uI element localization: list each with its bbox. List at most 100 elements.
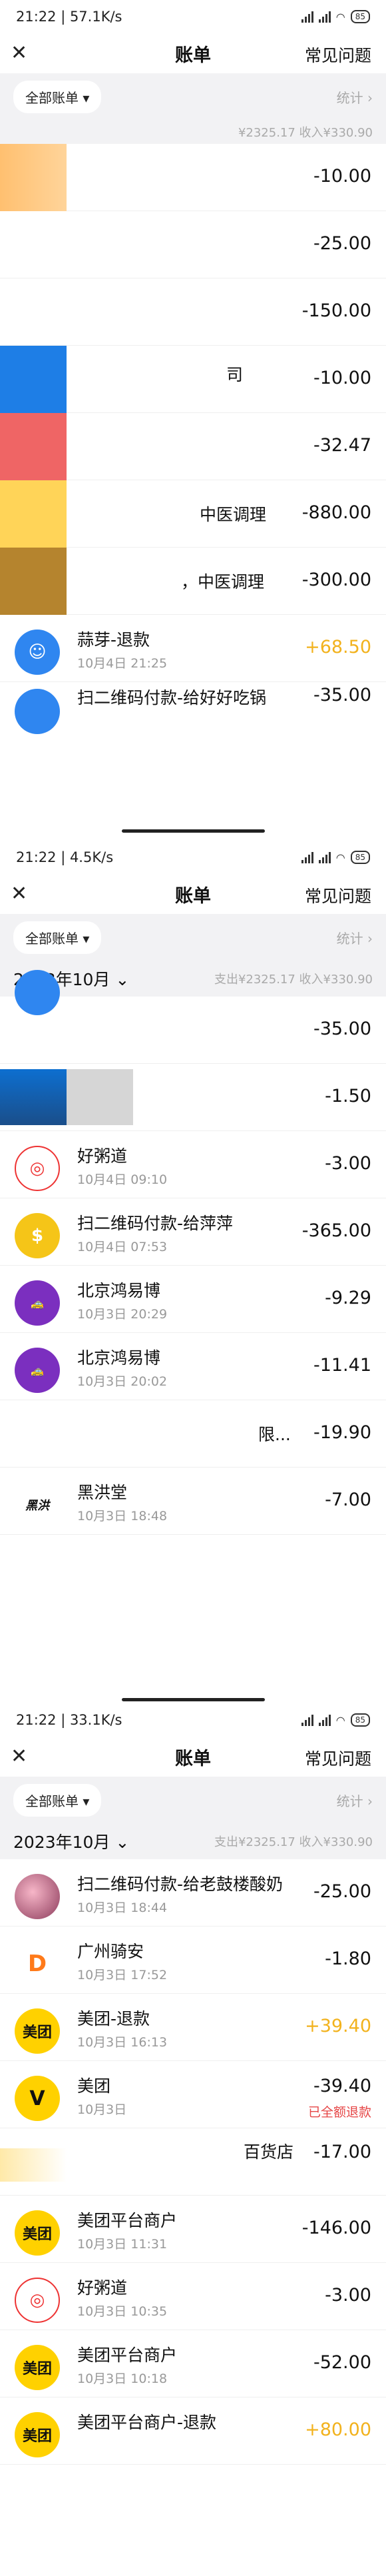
- filter-label: 全部账单: [25, 930, 79, 947]
- transaction-list: -10.00 -25.00 -150.00 司 -10.00 -32.47 中医…: [0, 144, 386, 734]
- status-bar: 21:22 | 4.5K/s ◠ 85: [0, 841, 386, 874]
- home-indicator: [122, 829, 265, 833]
- title: 扫二维码付款-给萍萍: [77, 1214, 234, 1233]
- amount: -9.29: [325, 1288, 371, 1308]
- taxi-icon: 🚕: [15, 1280, 60, 1326]
- amount: -300.00: [301, 570, 371, 590]
- transaction-row[interactable]: 美团 美团平台商户 10月3日 10:18 -52.00: [0, 2330, 386, 2397]
- transaction-row[interactable]: $ 扫二维码付款-给萍萍 10月4日 07:53 -365.00: [0, 1198, 386, 1266]
- amount: -1.50: [325, 1086, 371, 1106]
- close-icon[interactable]: ✕: [11, 1745, 27, 1769]
- close-icon[interactable]: ✕: [11, 41, 27, 65]
- amount: -365.00: [301, 1220, 371, 1241]
- transaction-row[interactable]: 扫二维码付款-给老鼓楼酸奶 10月3日 18:44 -25.00: [0, 1859, 386, 1927]
- title: 蒜芽-退款: [77, 630, 150, 649]
- screenshot-2: 21:22 | 4.5K/s ◠ 85 ✕ 账单 常见问题 全部账单 ▾ 统计 …: [0, 841, 386, 1703]
- didi-icon: D: [15, 1941, 60, 1986]
- transaction-row[interactable]: 中医调理 -880.00: [0, 480, 386, 548]
- transaction-row[interactable]: -32.47: [0, 413, 386, 480]
- title: 美团-退款: [77, 2009, 150, 2028]
- page-title: 账单: [175, 1748, 211, 1769]
- faq-link[interactable]: 常见问题: [305, 1746, 371, 1770]
- transaction-row[interactable]: -150.00: [0, 278, 386, 346]
- stat-link[interactable]: 统计 ›: [337, 928, 373, 947]
- faq-link[interactable]: 常见问题: [305, 43, 371, 67]
- title: 百货店: [244, 2142, 294, 2162]
- status-icons: ◠ 85: [301, 851, 370, 864]
- time: 10月3日 18:44: [77, 1901, 168, 1915]
- amount: -39.40: [313, 2076, 371, 2096]
- transaction-list: 扫二维码付款-给老鼓楼酸奶 10月3日 18:44 -25.00 D 广州骑安 …: [0, 1859, 386, 2465]
- transaction-row[interactable]: -1.50: [0, 1064, 386, 1131]
- stat-link[interactable]: 统计 ›: [337, 1791, 373, 1810]
- transaction-row[interactable]: 美团 美团-退款 10月3日 16:13 +39.40: [0, 1994, 386, 2061]
- time: 10月3日 16:13: [77, 2035, 168, 2050]
- status-time: 21:22 | 4.5K/s: [16, 849, 114, 865]
- filter-label: 全部账单: [25, 89, 79, 106]
- partial-icon: [15, 689, 60, 734]
- page-title: 账单: [175, 45, 211, 66]
- transaction-row[interactable]: -25.00: [0, 211, 386, 278]
- stat-link[interactable]: 统计 ›: [337, 87, 373, 107]
- signal-icon: [301, 851, 313, 863]
- meituan-rabbit-icon: V: [15, 2076, 60, 2121]
- home-indicator: [122, 1698, 265, 1701]
- time: 10月3日 18:48: [77, 1509, 168, 1523]
- transaction-row[interactable]: 美团 美团平台商户 10月3日 11:31 -146.00: [0, 2196, 386, 2263]
- transaction-row[interactable]: ☺ 蒜芽-退款 10月4日 21:25 +68.50: [0, 615, 386, 682]
- amount: -3.00: [325, 2285, 371, 2306]
- title: 扫二维码付款-给老鼓楼酸奶: [77, 1875, 284, 1894]
- close-icon[interactable]: ✕: [11, 882, 27, 906]
- amount: -19.90: [313, 1422, 371, 1443]
- amount: +39.40: [305, 2016, 371, 2036]
- caret-down-icon: ▾: [83, 930, 90, 947]
- chevron-down-icon: ⌄: [115, 1833, 130, 1852]
- transaction-row[interactable]: 美团 美团平台商户-退款 +80.00: [0, 2397, 386, 2465]
- filter-label: 全部账单: [25, 1793, 79, 1809]
- transaction-row[interactable]: 扫二维码付款-给好好吃锅 -35.00: [0, 682, 386, 734]
- title: 北京鸿易博: [77, 1348, 161, 1368]
- amount: -32.47: [313, 435, 371, 456]
- filter-dropdown[interactable]: 全部账单 ▾: [13, 921, 102, 954]
- amount: -17.00: [313, 2142, 371, 2162]
- time: 10月3日 20:29: [77, 1307, 168, 1322]
- transaction-row[interactable]: 🚕 北京鸿易博 10月3日 20:29 -9.29: [0, 1266, 386, 1333]
- transaction-row[interactable]: ，中医调理 -300.00: [0, 548, 386, 615]
- filter-dropdown[interactable]: 全部账单 ▾: [13, 1783, 102, 1817]
- transaction-row[interactable]: -10.00: [0, 144, 386, 211]
- status-icons: ◠ 85: [301, 1713, 370, 1727]
- time: 10月3日 10:18: [77, 2371, 168, 2386]
- amount: -35.00: [313, 685, 371, 705]
- transaction-row[interactable]: 限... -19.90: [0, 1400, 386, 1468]
- time: 10月3日 20:02: [77, 1374, 168, 1389]
- faq-link[interactable]: 常见问题: [305, 883, 371, 907]
- time: 10月4日 21:25: [77, 656, 168, 671]
- nav-bar: ✕ 账单 常见问题: [0, 33, 386, 73]
- month-bar: 2023年10月 ⌄ 支出¥2325.17 收入¥330.90: [0, 1823, 386, 1859]
- title: 美团: [77, 2076, 111, 2096]
- chevron-right-icon: ›: [367, 1793, 373, 1809]
- transaction-row[interactable]: D 广州骑安 10月3日 17:52 -1.80: [0, 1927, 386, 1994]
- blurred-icon: [0, 548, 67, 615]
- transaction-row[interactable]: 司 -10.00: [0, 346, 386, 413]
- amount: -146.00: [301, 2218, 371, 2238]
- amount: -25.00: [313, 233, 371, 254]
- filter-dropdown[interactable]: 全部账单 ▾: [13, 80, 102, 113]
- month-selector[interactable]: 2023年10月 ⌄: [13, 1829, 129, 1853]
- title: 广州骑安: [77, 1942, 144, 1961]
- transaction-row[interactable]: 黑洪 黑洪堂 10月3日 18:48 -7.00: [0, 1468, 386, 1535]
- time: 10月3日 11:31: [77, 2237, 168, 2252]
- transaction-row[interactable]: 🚕 北京鸿易博 10月3日 20:02 -11.41: [0, 1333, 386, 1400]
- transaction-row[interactable]: V 美团 10月3日 -39.40 已全额退款: [0, 2061, 386, 2128]
- transaction-row[interactable]: -35.00: [0, 970, 386, 1064]
- blurred-icon: [0, 144, 67, 211]
- transaction-row[interactable]: ◎ 好粥道 10月4日 09:10 -3.00: [0, 1131, 386, 1198]
- nav-bar: ✕ 账单 常见问题: [0, 874, 386, 914]
- transaction-row[interactable]: ◎ 好粥道 10月3日 10:35 -3.00: [0, 2263, 386, 2330]
- filter-bar: 全部账单 ▾ 统计 ›: [0, 914, 386, 961]
- transaction-list: -35.00 -1.50 ◎ 好粥道 10月4日 09:10 -3.00 $ 扫…: [0, 970, 386, 1535]
- refund-note: 已全额退款: [307, 2105, 371, 2120]
- title: 美团平台商户: [77, 2346, 178, 2365]
- summary-text: ¥2325.17 收入¥330.90: [238, 126, 373, 140]
- transaction-row[interactable]: 百货店 -17.00: [0, 2128, 386, 2196]
